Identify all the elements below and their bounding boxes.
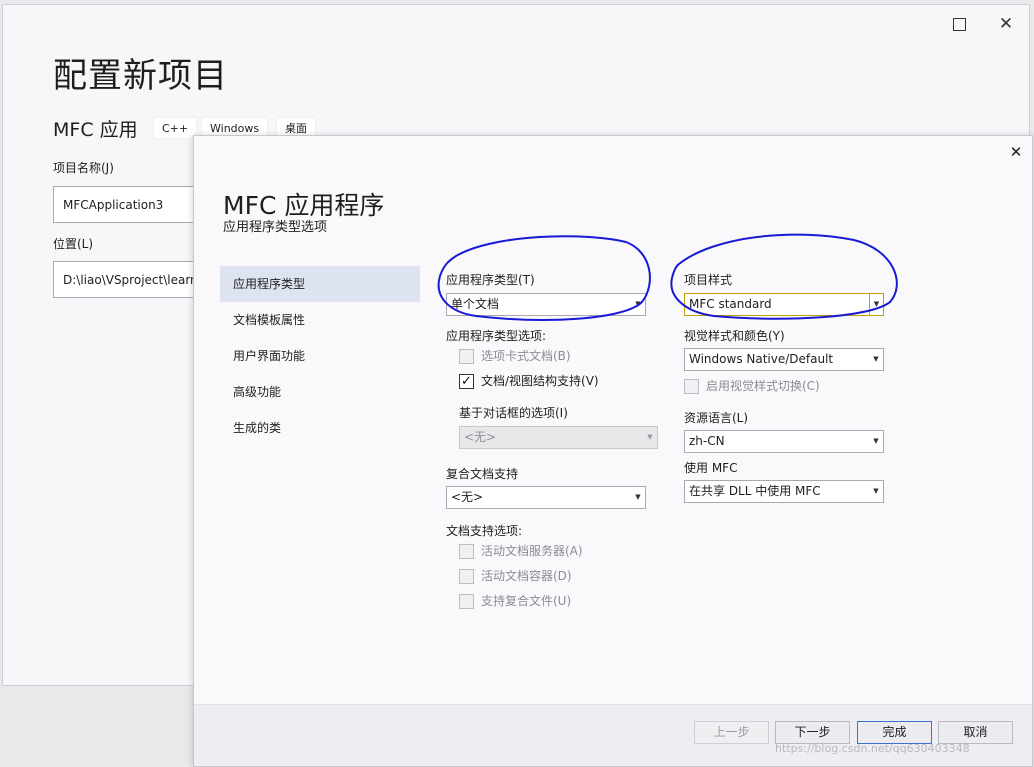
location-input[interactable]: D:\liao\VSproject\learn (53, 261, 213, 298)
checkbox-icon (459, 544, 474, 559)
resource-language-label: 资源语言(L) (684, 411, 749, 425)
project-style-select[interactable]: MFC standard ▼ (684, 293, 884, 316)
checkbox-icon (459, 349, 474, 364)
maximize-icon[interactable] (950, 15, 968, 33)
checkbox-label: 选项卡式文档(B) (481, 349, 571, 363)
wizard-nav: 应用程序类型 文档模板属性 用户界面功能 高级功能 生成的类 (220, 266, 420, 446)
checkmark-icon (459, 373, 474, 390)
visual-style-select[interactable]: Windows Native/Default ▼ (684, 348, 884, 371)
resource-language-select[interactable]: zh-CN ▼ (684, 430, 884, 453)
active-doc-container-checkbox[interactable]: 活动文档容器(D) (459, 568, 619, 586)
use-mfc-select[interactable]: 在共享 DLL 中使用 MFC ▼ (684, 480, 884, 503)
checkbox-label: 文档/视图结构支持(V) (481, 374, 599, 388)
nav-item-generated-classes[interactable]: 生成的类 (220, 410, 420, 446)
use-mfc-label: 使用 MFC (684, 461, 738, 475)
checkbox-label: 活动文档服务器(A) (481, 544, 583, 558)
dropdown-arrow-icon: ▼ (635, 300, 641, 308)
app-type-label: 应用程序类型(T) (446, 273, 535, 287)
watermark: https://blog.csdn.net/qq630403348 (775, 742, 970, 755)
nav-item-advanced-features[interactable]: 高级功能 (220, 374, 420, 410)
location-label: 位置(L) (53, 237, 94, 251)
nav-item-ui-features[interactable]: 用户界面功能 (220, 338, 420, 374)
dropdown-arrow-icon: ▼ (873, 355, 879, 363)
mfc-wizard-dialog: ✕ MFC 应用程序 应用程序类型选项 应用程序类型 文档模板属性 用户界面功能… (193, 135, 1033, 767)
nav-item-application-type[interactable]: 应用程序类型 (220, 266, 420, 302)
dialog-options-label: 基于对话框的选项(I) (459, 406, 568, 420)
visual-style-value: Windows Native/Default (689, 352, 834, 366)
project-name-input[interactable]: MFCApplication3 (53, 186, 213, 223)
compound-files-checkbox[interactable]: 支持复合文件(U) (459, 593, 619, 611)
close-icon[interactable]: ✕ (1007, 143, 1025, 161)
nav-item-document-template[interactable]: 文档模板属性 (220, 302, 420, 338)
page-title: 配置新项目 (53, 56, 228, 96)
doc-view-checkbox[interactable]: 文档/视图结构支持(V) (459, 373, 639, 391)
project-style-label: 项目样式 (684, 273, 733, 287)
cancel-button[interactable]: 取消 (938, 721, 1013, 744)
dropdown-arrow-icon: ▼ (873, 487, 879, 495)
app-type-options-label: 应用程序类型选项: (446, 329, 547, 343)
resource-language-value: zh-CN (689, 434, 725, 448)
project-name-label: 项目名称(J) (53, 161, 114, 175)
tabbed-documents-checkbox[interactable]: 选项卡式文档(B) (459, 348, 619, 366)
compound-support-value: <无> (451, 490, 484, 504)
template-name: MFC 应用 (53, 119, 138, 141)
tag-cpp: C++ (153, 117, 198, 139)
next-button[interactable]: 下一步 (775, 721, 850, 744)
use-mfc-value: 在共享 DLL 中使用 MFC (689, 484, 821, 498)
app-type-select[interactable]: 单个文档 ▼ (446, 293, 646, 316)
checkbox-icon (684, 379, 699, 394)
checkbox-label: 启用视觉样式切换(C) (706, 379, 820, 393)
dialog-options-value: <无> (464, 430, 497, 444)
dropdown-arrow-icon: ▼ (635, 493, 641, 501)
visual-style-label: 视觉样式和颜色(Y) (684, 329, 785, 343)
dropdown-arrow-icon: ▼ (869, 294, 883, 315)
compound-support-select[interactable]: <无> ▼ (446, 486, 646, 509)
previous-button[interactable]: 上一步 (694, 721, 769, 744)
close-icon[interactable]: ✕ (996, 14, 1016, 34)
visual-style-switch-checkbox[interactable]: 启用视觉样式切换(C) (684, 378, 864, 396)
app-type-value: 单个文档 (451, 297, 500, 311)
doc-support-options-label: 文档支持选项: (446, 524, 523, 538)
checkbox-label: 支持复合文件(U) (481, 594, 572, 608)
project-style-value: MFC standard (689, 297, 772, 311)
checkbox-icon (459, 594, 474, 609)
finish-button[interactable]: 完成 (857, 721, 932, 744)
checkbox-label: 活动文档容器(D) (481, 569, 572, 583)
checkbox-icon (459, 569, 474, 584)
dropdown-arrow-icon: ▼ (873, 437, 879, 445)
active-doc-server-checkbox[interactable]: 活动文档服务器(A) (459, 543, 619, 561)
compound-support-label: 复合文档支持 (446, 467, 519, 481)
dialog-subtitle: 应用程序类型选项 (223, 220, 328, 235)
dialog-options-select[interactable]: <无> ▼ (459, 426, 658, 449)
dropdown-arrow-icon: ▼ (647, 433, 653, 441)
